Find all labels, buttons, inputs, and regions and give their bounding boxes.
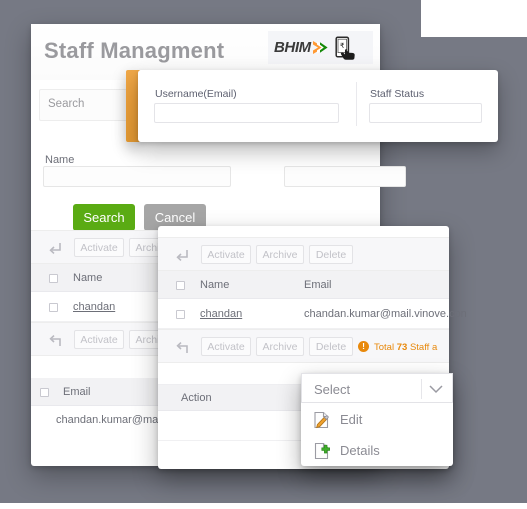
chevron-down-icon[interactable] bbox=[429, 384, 443, 394]
front-row-checkbox[interactable] bbox=[176, 310, 185, 319]
name-field[interactable] bbox=[43, 166, 231, 187]
menu-item-edit[interactable]: Edit bbox=[301, 404, 453, 435]
status-count: 73 bbox=[396, 342, 408, 353]
backdrop-notch-bottom-right bbox=[421, 503, 527, 509]
username-input[interactable] bbox=[154, 103, 339, 123]
select-trigger[interactable]: Select bbox=[301, 373, 453, 403]
staff-status-input[interactable] bbox=[369, 103, 482, 123]
front-row-email: chandan.kumar@mail.vinove.con bbox=[304, 308, 467, 320]
staff-status-label: Staff Status bbox=[370, 88, 425, 100]
bhim-logo: BHIM ₹ bbox=[268, 31, 373, 64]
activate-button-front[interactable]: Activate bbox=[201, 245, 251, 264]
arrow-turn-down-icon[interactable] bbox=[49, 242, 62, 255]
front-header-row: Name Email bbox=[158, 271, 449, 299]
activate-button[interactable]: Activate bbox=[74, 238, 124, 257]
front-row-name-link[interactable]: chandan bbox=[200, 308, 242, 320]
archive-button-front[interactable]: Archive bbox=[256, 245, 304, 264]
backdrop-notch-bottom-left bbox=[0, 503, 421, 509]
select-divider bbox=[421, 379, 422, 399]
form-divider bbox=[356, 82, 357, 126]
staff-total-status: Total 73 Staff a bbox=[374, 342, 437, 353]
delete-button-front-bottom[interactable]: Delete bbox=[309, 337, 353, 356]
front-column-header-name: Name bbox=[200, 279, 230, 291]
tricolor-arrow-icon bbox=[312, 41, 328, 54]
column-header-name: Name bbox=[73, 272, 103, 284]
status-suffix: Staff a bbox=[409, 342, 438, 353]
activate-button-bottom[interactable]: Activate bbox=[74, 330, 124, 349]
front-column-header-email: Email bbox=[304, 279, 332, 291]
front-toolbar-top: Activate Archive Delete bbox=[158, 237, 449, 271]
column-header-action: Action bbox=[181, 392, 212, 404]
delete-button-front[interactable]: Delete bbox=[309, 245, 353, 264]
filter-form-panel: Username(Email) Staff Status bbox=[138, 70, 498, 142]
row-checkbox[interactable] bbox=[49, 303, 58, 312]
front-select-all-checkbox[interactable] bbox=[176, 281, 185, 290]
column-header-email: Email bbox=[63, 386, 91, 398]
arrow-turn-down-icon-front[interactable] bbox=[176, 249, 189, 262]
page-plus-icon bbox=[314, 442, 330, 459]
search-placeholder: Search bbox=[48, 98, 85, 110]
email-select-checkbox[interactable] bbox=[40, 388, 49, 397]
username-label: Username(Email) bbox=[155, 88, 237, 100]
svg-text:₹: ₹ bbox=[340, 42, 345, 50]
select-all-checkbox[interactable] bbox=[49, 274, 58, 283]
front-toolbar-bottom: Activate Archive Delete ! Total 73 Staff… bbox=[158, 329, 449, 363]
name-label: Name bbox=[45, 154, 75, 166]
menu-item-details[interactable]: Details bbox=[301, 435, 453, 466]
screenshot-stage: Staff Managment BHIM ₹ Search Name Searc… bbox=[0, 0, 527, 509]
phone-rupee-hand-icon: ₹ bbox=[335, 35, 355, 60]
secondary-field[interactable] bbox=[284, 166, 406, 187]
status-prefix: Total bbox=[374, 342, 395, 353]
edit-pencil-icon bbox=[314, 411, 329, 428]
backdrop-notch-top-right bbox=[421, 0, 527, 37]
activate-button-front-bottom[interactable]: Activate bbox=[201, 337, 251, 356]
search-button[interactable]: Search bbox=[73, 204, 135, 231]
row-name-link[interactable]: chandan bbox=[73, 301, 115, 313]
page-title: Staff Managment bbox=[44, 38, 225, 63]
action-dropdown: Select Edit Details bbox=[301, 373, 453, 466]
select-value: Select bbox=[314, 382, 351, 397]
menu-item-details-label: Details bbox=[340, 443, 380, 458]
bhim-wordmark: BHIM bbox=[274, 39, 311, 56]
alert-exclamation-icon: ! bbox=[358, 341, 369, 352]
archive-button-front-bottom[interactable]: Archive bbox=[256, 337, 304, 356]
arrow-turn-up-icon-front[interactable] bbox=[176, 341, 189, 354]
arrow-turn-up-icon[interactable] bbox=[49, 334, 62, 347]
menu-item-edit-label: Edit bbox=[340, 412, 363, 427]
front-table-row: chandan chandan.kumar@mail.vinove.con bbox=[158, 299, 467, 329]
